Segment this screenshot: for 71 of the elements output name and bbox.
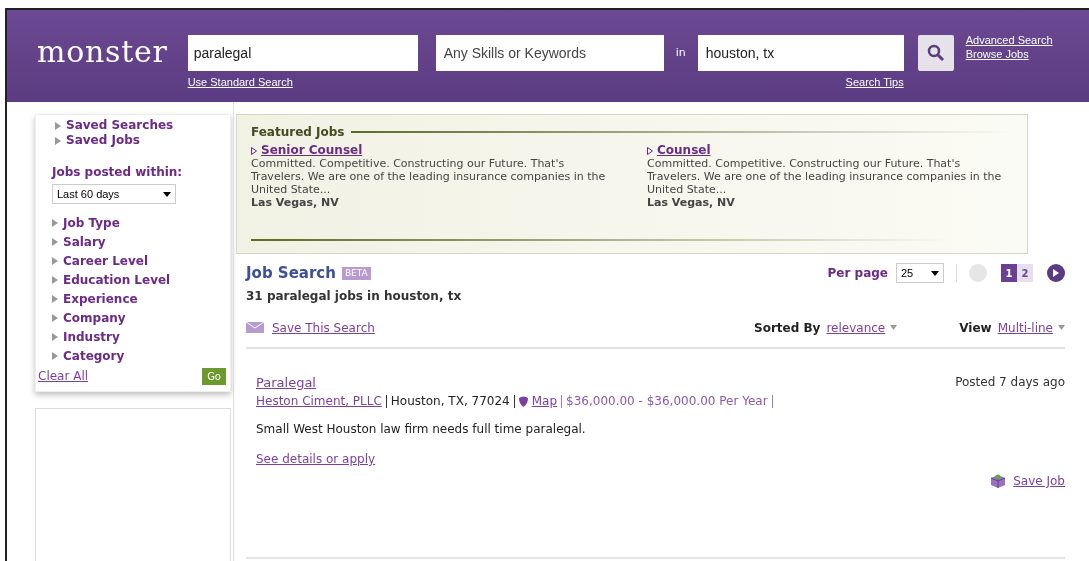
triangle-icon <box>251 146 257 155</box>
triangle-icon <box>52 351 58 360</box>
sorted-by-label: Sorted By <box>754 319 821 337</box>
featured-job-link[interactable]: Counsel <box>657 144 711 157</box>
details-link[interactable]: See details or apply <box>256 450 376 468</box>
save-job-link[interactable]: Save Job <box>1013 472 1065 490</box>
map-link[interactable]: Map <box>531 392 558 410</box>
saved-link[interactable]: Saved Searches <box>66 118 174 133</box>
clear-all-link[interactable]: Clear All <box>38 367 89 385</box>
triangle-icon <box>52 256 58 265</box>
filter-link[interactable]: Career Level <box>63 251 149 270</box>
job-search-title: Job Search <box>246 263 336 284</box>
saved-link[interactable]: Saved Jobs <box>66 133 140 148</box>
featured-job-location: Las Vegas, NV <box>647 196 736 209</box>
featured-job-location: Las Vegas, NV <box>251 196 340 209</box>
filter-link[interactable]: Company <box>63 308 126 327</box>
monster-logo[interactable]: monster <box>37 37 168 67</box>
view-label: View <box>959 319 992 337</box>
envelope-icon <box>246 322 264 333</box>
triangle-icon <box>52 294 58 303</box>
per-page-label: Per page <box>827 265 888 283</box>
filter-link[interactable]: Category <box>63 346 125 365</box>
save-search-link[interactable]: Save This Search <box>272 318 375 337</box>
featured-job-link[interactable]: Senior Counsel <box>261 144 363 157</box>
job-location: Houston, TX, 77024 <box>390 393 510 410</box>
search-button[interactable] <box>917 35 954 71</box>
featured-job-description: Committed. Competitive. Constructing our Future. That's Travelers. We are one of the leading insurance companies in the United State... <box>251 157 607 196</box>
job-title-link[interactable]: Paralegal <box>256 372 316 392</box>
view-link[interactable]: Multi-line <box>997 318 1053 337</box>
triangle-icon <box>647 146 653 155</box>
triangle-icon <box>52 237 58 246</box>
posted-date: Posted 7 days ago <box>955 373 1065 391</box>
job-salary: $36,000.00 - $36,000.00 Per Year <box>566 393 768 410</box>
featured-jobs-title: Featured Jobs <box>251 124 345 141</box>
filter-link[interactable]: Job Type <box>63 213 120 232</box>
caret-icon <box>931 270 939 276</box>
posted-within-dropdown[interactable]: Last 60 days <box>52 184 176 204</box>
map-pin-icon <box>518 395 528 407</box>
caret-icon <box>890 325 898 330</box>
keywords-field[interactable]: paralegal <box>187 35 418 71</box>
caret-icon <box>163 191 171 197</box>
filter-link[interactable]: Industry <box>63 327 120 346</box>
skills-field[interactable]: Any Skills or Keywords <box>435 35 664 71</box>
triangle-icon <box>52 313 58 322</box>
employer-link[interactable]: Heston Ciment, PLLC <box>256 392 382 410</box>
page-button[interactable]: 2 <box>1017 264 1033 283</box>
posted-within-label: Jobs posted within: <box>52 164 184 181</box>
location-field[interactable]: houston, tx <box>697 35 904 71</box>
filter-link[interactable]: Salary <box>63 232 106 251</box>
header-link[interactable]: Advanced Search <box>965 33 1053 47</box>
standard-search-link[interactable]: Use Standard Search <box>187 74 418 91</box>
beta-badge: BETA <box>341 266 371 280</box>
search-tips-link[interactable]: Search Tips <box>845 74 904 91</box>
featured-job-description: Committed. Competitive. Constructing our Future. That's Travelers. We are one of the leading insurance companies in the United State... <box>647 157 1003 196</box>
sort-link[interactable]: relevance <box>826 318 886 337</box>
page-button[interactable]: 1 <box>1001 264 1017 283</box>
in-label: in <box>675 45 686 61</box>
next-page-button[interactable] <box>1047 264 1065 283</box>
triangle-icon <box>52 218 58 227</box>
per-page-dropdown[interactable]: 25 <box>896 263 944 284</box>
filter-link[interactable]: Education Level <box>63 270 171 289</box>
caret-icon <box>1058 325 1065 330</box>
results-summary: 31 paralegal jobs in houston, tx <box>246 287 463 305</box>
triangle-icon <box>52 275 58 284</box>
gift-box-icon <box>989 473 1008 489</box>
job-description: Small West Houston law firm needs full time paralegal. <box>256 421 587 438</box>
header-link[interactable]: Browse Jobs <box>965 47 1053 61</box>
play-icon <box>1053 269 1059 278</box>
filter-link[interactable]: Experience <box>63 289 138 308</box>
search-icon <box>926 44 945 62</box>
triangle-icon <box>52 332 58 341</box>
